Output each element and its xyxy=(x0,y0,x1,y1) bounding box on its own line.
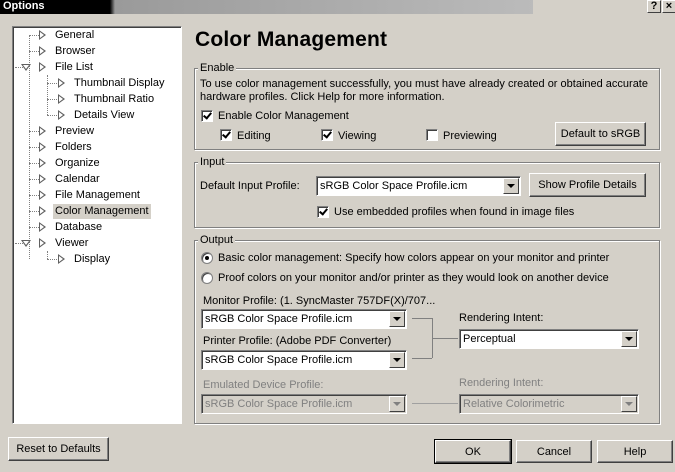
input-legend: Input xyxy=(198,156,227,169)
viewing-label[interactable]: Viewing xyxy=(338,130,376,143)
emulated-connector-line xyxy=(412,403,458,404)
tree-item-organize[interactable]: Organize xyxy=(13,156,181,171)
page-title: Color Management xyxy=(195,28,388,51)
expanded-arrow-icon xyxy=(21,240,31,247)
collapsed-arrow-icon xyxy=(39,142,46,152)
tree-item-file-list[interactable]: File List xyxy=(13,60,181,75)
tree-item-browser[interactable]: Browser xyxy=(13,44,181,59)
expanded-arrow-icon xyxy=(21,64,31,71)
collapsed-arrow-icon xyxy=(58,254,65,264)
tree-item-thumbnail-ratio[interactable]: Thumbnail Ratio xyxy=(13,92,181,107)
chevron-down-icon[interactable] xyxy=(389,352,405,368)
tree-item-file-management[interactable]: File Management xyxy=(13,188,181,203)
collapsed-arrow-icon xyxy=(58,94,65,104)
previewing-label[interactable]: Previewing xyxy=(443,130,497,143)
monitor-profile-select[interactable]: sRGB Color Space Profile.icm xyxy=(201,309,407,329)
help-icon[interactable]: ? xyxy=(647,0,661,13)
close-icon[interactable]: × xyxy=(662,0,675,13)
collapsed-arrow-icon xyxy=(39,190,46,200)
collapsed-arrow-icon xyxy=(39,174,46,184)
proof-colors-radio[interactable] xyxy=(201,272,213,284)
enable-cm-checkbox[interactable] xyxy=(201,110,213,122)
enable-description-line1: To use color management successfully, yo… xyxy=(200,78,648,90)
rendering-intent-label: Rendering Intent: xyxy=(459,312,544,324)
tree-item-database[interactable]: Database xyxy=(13,220,181,235)
emulated-rendering-intent-select[interactable]: Relative Colorimetric xyxy=(459,394,639,414)
tree-item-calendar[interactable]: Calendar xyxy=(13,172,181,187)
show-profile-details-button[interactable]: Show Profile Details xyxy=(529,173,646,197)
embedded-profiles-label[interactable]: Use embedded profiles when found in imag… xyxy=(334,206,574,219)
previewing-checkbox[interactable] xyxy=(426,129,438,141)
default-input-profile-select[interactable]: sRGB Color Space Profile.icm xyxy=(316,176,521,196)
collapsed-arrow-icon xyxy=(39,126,46,136)
tree-item-display[interactable]: Display xyxy=(13,252,181,267)
chevron-down-icon[interactable] xyxy=(503,178,519,194)
help-button[interactable]: Help xyxy=(597,440,673,463)
collapsed-arrow-icon xyxy=(58,78,65,88)
chevron-down-icon xyxy=(621,396,637,412)
basic-cm-radio[interactable] xyxy=(201,252,213,264)
printer-profile-select[interactable]: sRGB Color Space Profile.icm xyxy=(201,350,407,370)
tree-item-viewer[interactable]: Viewer xyxy=(13,236,181,251)
editing-label[interactable]: Editing xyxy=(237,130,271,143)
tree-item-folders[interactable]: Folders xyxy=(13,140,181,155)
enable-cm-label[interactable]: Enable Color Management xyxy=(218,110,349,123)
rendering-intent-select[interactable]: Perceptual xyxy=(459,329,639,349)
default-to-srgb-button[interactable]: Default to sRGB xyxy=(555,122,646,146)
viewing-checkbox[interactable] xyxy=(321,129,333,141)
tree-item-thumbnail-display[interactable]: Thumbnail Display xyxy=(13,76,181,91)
options-tree[interactable]: General Browser File List Thumbnail Disp… xyxy=(12,26,182,424)
tree-item-color-management[interactable]: Color Management xyxy=(13,204,181,219)
proof-colors-label[interactable]: Proof colors on your monitor and/or prin… xyxy=(218,272,609,285)
default-input-profile-label: Default Input Profile: xyxy=(200,180,300,192)
bracket-line xyxy=(412,358,432,359)
collapsed-arrow-icon xyxy=(39,46,46,56)
emulated-rendering-intent-label: Rendering Intent: xyxy=(459,377,544,389)
printer-profile-label: Printer Profile: (Adobe PDF Converter) xyxy=(203,335,392,347)
tree-item-details-view[interactable]: Details View xyxy=(13,108,181,123)
ok-button[interactable]: OK xyxy=(434,439,512,464)
monitor-profile-label: Monitor Profile: (1. SyncMaster 757DF(X)… xyxy=(203,295,436,307)
tree-item-general[interactable]: General xyxy=(13,28,181,43)
title-bar: Options ? × xyxy=(0,0,675,14)
chevron-down-icon[interactable] xyxy=(389,311,405,327)
basic-cm-label[interactable]: Basic color management: Specify how colo… xyxy=(218,252,609,265)
editing-checkbox[interactable] xyxy=(220,129,232,141)
collapsed-arrow-icon xyxy=(39,30,46,40)
bracket-line xyxy=(412,318,432,319)
window-title: Options xyxy=(3,0,45,12)
collapsed-arrow-icon xyxy=(39,158,46,168)
collapsed-arrow-icon xyxy=(39,238,46,248)
embedded-profiles-checkbox[interactable] xyxy=(317,206,329,218)
tree-item-preview[interactable]: Preview xyxy=(13,124,181,139)
title-bar-right: ? × xyxy=(533,0,675,14)
emulated-profile-label: Emulated Device Profile: xyxy=(203,379,324,391)
enable-description-line2: hardware profiles. Click Help for more i… xyxy=(200,91,445,103)
emulated-profile-select[interactable]: sRGB Color Space Profile.icm xyxy=(201,394,407,414)
collapsed-arrow-icon xyxy=(58,110,65,120)
chevron-down-icon[interactable] xyxy=(621,331,637,347)
output-legend: Output xyxy=(198,234,236,247)
cancel-button[interactable]: Cancel xyxy=(516,440,592,463)
bracket-line xyxy=(432,338,458,339)
reset-to-defaults-button[interactable]: Reset to Defaults xyxy=(8,437,109,461)
chevron-down-icon xyxy=(389,396,405,412)
enable-legend: Enable xyxy=(198,62,237,75)
collapsed-arrow-icon xyxy=(39,206,46,216)
collapsed-arrow-icon xyxy=(39,222,46,232)
collapsed-arrow-icon xyxy=(39,62,46,72)
